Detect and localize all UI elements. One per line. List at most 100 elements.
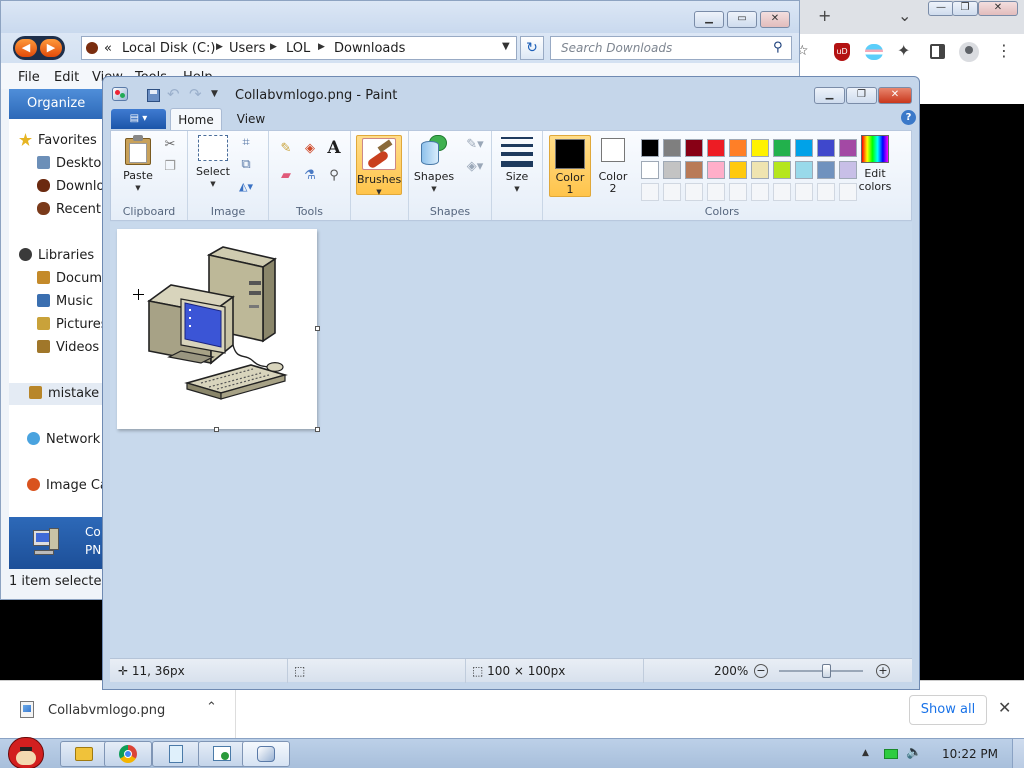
tab-home[interactable]: Home [170, 108, 222, 130]
fill-icon[interactable]: ◈▾ [461, 157, 489, 177]
refresh-icon[interactable]: ↻ [520, 36, 544, 60]
color-swatch[interactable] [795, 139, 813, 157]
search-input[interactable]: Search Downloads ⚲ [550, 36, 792, 60]
crumb-separator-icon[interactable]: ▶ [270, 42, 277, 52]
shapes-button[interactable]: Shapes ▼ [412, 135, 456, 196]
taskbar-task-manager[interactable] [198, 741, 246, 767]
undo-icon[interactable]: ↶ [167, 85, 180, 103]
color-swatch[interactable] [817, 139, 835, 157]
color-swatch[interactable] [729, 161, 747, 179]
magnifier-icon[interactable]: ⚲ [324, 166, 344, 186]
sidebar-item-network[interactable]: Network [27, 432, 100, 450]
show-all-button[interactable]: Show all [909, 695, 987, 725]
select-dropdown-icon[interactable]: ▼ [193, 178, 233, 191]
taskbar-paint[interactable] [242, 741, 290, 767]
fill-bucket-icon[interactable]: ◈ [300, 139, 320, 159]
chrome-restore-button[interactable]: ❐ [952, 1, 978, 16]
customize-toolbar-icon[interactable]: ▼ [211, 89, 218, 99]
resize-handle-right[interactable] [315, 326, 320, 331]
chrome-menu-icon[interactable]: ⋮ [996, 41, 1012, 60]
color-swatch[interactable] [641, 139, 659, 157]
extension-icon[interactable] [865, 44, 883, 60]
chevron-up-icon[interactable]: ⌃ [206, 700, 217, 715]
show-hidden-icons[interactable]: ▲ [862, 748, 869, 758]
paint-close-button[interactable]: ✕ [878, 87, 912, 104]
battery-icon[interactable] [884, 749, 898, 759]
brushes-button[interactable]: Brushes ▼ [356, 135, 402, 196]
crumb-separator-icon[interactable]: ▶ [318, 42, 325, 52]
paste-dropdown-icon[interactable]: ▼ [118, 182, 158, 195]
sidebar-item-homegroup[interactable]: mistake [9, 383, 105, 405]
color-swatch[interactable] [751, 139, 769, 157]
cut-icon[interactable]: ✂ [160, 135, 180, 155]
color-swatch[interactable] [795, 161, 813, 179]
crumb-local-disk[interactable]: Local Disk (C:) [122, 41, 215, 56]
size-button[interactable]: Size ▼ [498, 135, 536, 196]
color-swatch[interactable] [751, 161, 769, 179]
volume-icon[interactable]: 🔈 [906, 745, 922, 760]
menu-edit[interactable]: Edit [54, 70, 79, 85]
color2-button[interactable]: Color 2 [595, 171, 631, 195]
taskbar-chrome[interactable] [104, 741, 152, 767]
address-bar[interactable]: « Local Disk (C:) ▶ Users ▶ LOL ▶ Downlo… [81, 36, 517, 60]
shapes-dropdown-icon[interactable]: ▼ [412, 183, 456, 196]
sidebar-item-image-ca[interactable]: Image Ca [27, 478, 108, 496]
color-swatch[interactable] [707, 161, 725, 179]
zoom-slider-track[interactable] [779, 670, 863, 672]
save-icon[interactable] [147, 89, 160, 102]
crumb-downloads[interactable]: Downloads [334, 41, 405, 56]
crumb-users[interactable]: Users [229, 41, 265, 56]
select-button[interactable]: Select ▼ [193, 135, 233, 191]
sidebar-item-desktop[interactable]: Desktop [37, 156, 110, 174]
sidebar-item-favorites[interactable]: Favorites [19, 133, 97, 151]
copy-icon[interactable]: ❐ [160, 157, 180, 177]
close-download-shelf-icon[interactable]: ✕ [998, 698, 1011, 717]
zoom-slider-thumb[interactable] [822, 664, 831, 678]
search-icon[interactable]: ⚲ [773, 40, 783, 55]
color2-swatch[interactable] [601, 138, 625, 162]
back-arrow-icon[interactable]: ◀ [15, 39, 37, 57]
custom-color-slot[interactable] [663, 183, 681, 201]
clock[interactable]: 10:22 PM [942, 747, 998, 761]
color-swatch[interactable] [685, 139, 703, 157]
paint-menu-button[interactable]: ▤ ▾ [111, 109, 166, 129]
forward-arrow-icon[interactable]: ▶ [40, 39, 62, 57]
color-swatch[interactable] [707, 139, 725, 157]
new-tab-button[interactable]: + [818, 6, 831, 25]
color-swatch[interactable] [663, 139, 681, 157]
paint-minimize-button[interactable]: ▁ [814, 87, 845, 104]
resize-handle-bottom[interactable] [214, 427, 219, 432]
sidebar-item-documents[interactable]: Docume [37, 271, 110, 289]
drawing-canvas[interactable] [117, 229, 317, 429]
size-dropdown-icon[interactable]: ▼ [498, 183, 536, 196]
brushes-dropdown-icon[interactable]: ▼ [357, 186, 401, 199]
address-dropdown-icon[interactable]: ▼ [502, 41, 510, 52]
profile-avatar-icon[interactable] [959, 42, 979, 62]
color-picker-icon[interactable]: ⚗ [300, 166, 320, 186]
extensions-puzzle-icon[interactable]: ✦ [897, 41, 910, 60]
color-swatch[interactable] [773, 161, 791, 179]
color-swatch[interactable] [729, 139, 747, 157]
crumb-separator-icon[interactable]: ▶ [216, 42, 223, 52]
start-button[interactable] [4, 731, 48, 768]
zoom-out-icon[interactable]: − [754, 664, 768, 678]
side-panel-icon[interactable] [930, 44, 945, 59]
eraser-icon[interactable]: ▰ [276, 166, 296, 186]
crop-icon[interactable]: ⌗ [236, 133, 256, 153]
explorer-maximize-button[interactable]: ▭ [727, 11, 757, 28]
paint-app-icon[interactable] [112, 87, 128, 101]
help-icon[interactable]: ? [901, 110, 916, 125]
explorer-minimize-button[interactable]: ▁ [694, 11, 724, 28]
sidebar-item-videos[interactable]: Videos [37, 340, 99, 358]
tab-view[interactable]: View [228, 108, 274, 130]
menu-file[interactable]: File [18, 70, 40, 85]
canvas-workspace[interactable] [110, 222, 912, 658]
paint-restore-button[interactable]: ❐ [846, 87, 877, 104]
resize-icon[interactable]: ⧉ [236, 155, 256, 175]
edit-colors-button[interactable]: Edit colors [853, 135, 897, 193]
address-prefix[interactable]: « [104, 41, 112, 56]
text-tool-icon[interactable]: A [324, 138, 344, 158]
taskbar-explorer[interactable] [60, 741, 108, 767]
custom-color-slot[interactable] [795, 183, 813, 201]
color-swatch[interactable] [663, 161, 681, 179]
